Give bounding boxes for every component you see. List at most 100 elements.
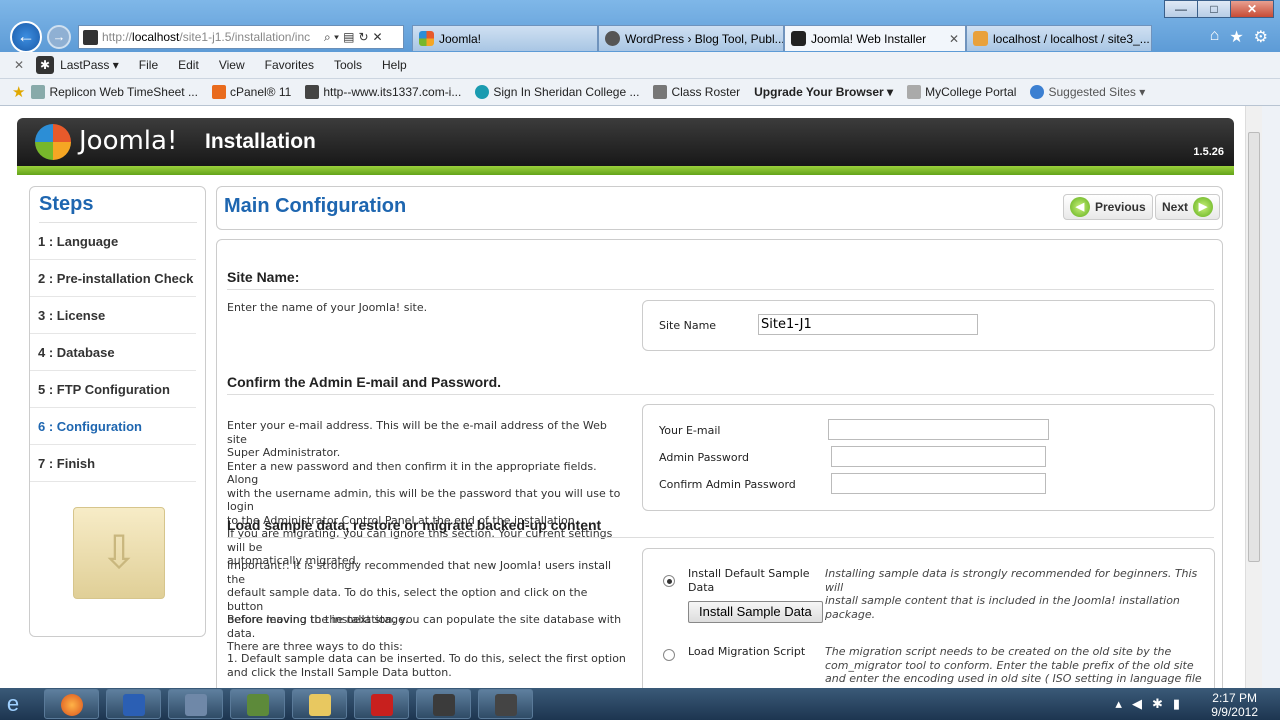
wordpress-favicon-icon bbox=[605, 31, 620, 46]
site-name-description: Enter the name of your Joomla! site. bbox=[227, 301, 428, 314]
page-scrollbar[interactable] bbox=[1245, 106, 1262, 688]
page-icon bbox=[653, 85, 668, 99]
menu-lastpass[interactable]: LastPass ▾ bbox=[60, 58, 119, 72]
admin-description: Enter your e-mail address. This will be … bbox=[227, 419, 621, 567]
install-sample-data-button[interactable]: Install Sample Data bbox=[688, 601, 823, 623]
admin-password-label: Admin Password bbox=[659, 451, 749, 464]
site-name-label: Site Name bbox=[659, 319, 717, 332]
suggested-sites-icon bbox=[1030, 85, 1045, 99]
close-menubar-icon[interactable]: ✕ bbox=[14, 58, 24, 72]
page-icon bbox=[305, 85, 320, 99]
app-icon bbox=[247, 694, 269, 716]
menu-file[interactable]: File bbox=[139, 58, 158, 72]
header-green-bar bbox=[17, 166, 1234, 175]
word-icon bbox=[123, 694, 145, 716]
volume-icon[interactable]: ◀ bbox=[1132, 696, 1142, 712]
next-button[interactable]: Next ▶ bbox=[1155, 194, 1221, 220]
network-status-icon[interactable]: ✱ bbox=[1152, 696, 1163, 712]
menu-view[interactable]: View bbox=[219, 58, 245, 72]
compat-view-icon[interactable]: ▤ bbox=[343, 30, 354, 44]
forward-button[interactable]: → bbox=[47, 25, 71, 49]
joomla-favicon-icon bbox=[791, 31, 806, 46]
lastpass-icon: ✱ bbox=[36, 56, 55, 74]
scrollbar-thumb[interactable] bbox=[1248, 132, 1260, 562]
close-window-button[interactable]: ✕ bbox=[1230, 0, 1274, 18]
phpmyadmin-favicon-icon bbox=[973, 31, 988, 46]
tab-phpmyadmin[interactable]: localhost / localhost / site3_... bbox=[966, 25, 1152, 51]
install-sample-radio[interactable] bbox=[663, 575, 675, 587]
back-button[interactable]: ← bbox=[10, 21, 42, 53]
previous-button[interactable]: ◀ Previous bbox=[1063, 194, 1153, 220]
address-bar[interactable]: http://localhost/site1-j1.5/installation… bbox=[78, 25, 404, 49]
terminal-icon bbox=[433, 694, 455, 716]
home-icon[interactable]: ⌂ bbox=[1210, 27, 1220, 47]
migration-script-label: Load Migration Script bbox=[688, 645, 806, 658]
close-tab-icon[interactable]: ✕ bbox=[949, 32, 959, 46]
tab-joomla-web-installer[interactable]: Joomla! Web Installer ✕ bbox=[784, 25, 966, 51]
refresh-icon[interactable]: ↻ bbox=[358, 30, 368, 44]
wifi-icon[interactable]: ▮ bbox=[1173, 696, 1180, 712]
windows-taskbar: e ▴ ◀ ✱ ▮ 2:17 PM 9/9/2012 bbox=[0, 688, 1280, 720]
installation-title: Installation bbox=[205, 130, 316, 153]
page-title: Main Configuration bbox=[224, 195, 407, 217]
fav-mycollege[interactable]: MyCollege Portal bbox=[907, 85, 1016, 99]
fav-upgrade-browser[interactable]: Upgrade Your Browser ▾ bbox=[754, 85, 893, 99]
tab-joomla[interactable]: Joomla! bbox=[412, 25, 598, 51]
migration-script-description: The migration script needs to be created… bbox=[825, 645, 1202, 688]
fav-class-roster[interactable]: Class Roster bbox=[653, 85, 740, 99]
taskbar-app-2[interactable] bbox=[478, 689, 533, 719]
browser-toolbar-icons: ⌂ ★ ⚙ bbox=[1210, 27, 1268, 47]
tab-wordpress[interactable]: WordPress › Blog Tool, Publ... bbox=[598, 25, 784, 51]
install-box-icon: ⇩ bbox=[73, 507, 165, 599]
maximize-button[interactable]: □ bbox=[1197, 0, 1231, 18]
menu-edit[interactable]: Edit bbox=[178, 58, 199, 72]
favorites-star-icon[interactable]: ★ bbox=[12, 83, 25, 101]
menu-tools[interactable]: Tools bbox=[334, 58, 362, 72]
search-icon[interactable]: ⌕ ▾ bbox=[324, 30, 339, 45]
site-name-heading: Site Name: bbox=[227, 269, 1214, 290]
install-sample-description: Installing sample data is strongly recom… bbox=[825, 567, 1198, 621]
taskbar-app[interactable] bbox=[230, 689, 285, 719]
taskbar-clock[interactable]: 2:17 PM 9/9/2012 bbox=[1211, 691, 1258, 719]
taskbar-firefox[interactable] bbox=[44, 689, 99, 719]
taskbar-explorer[interactable] bbox=[292, 689, 347, 719]
fav-cpanel[interactable]: cPanel® 11 bbox=[211, 85, 291, 99]
step-configuration: 6 : Configuration bbox=[30, 408, 196, 445]
site-name-input[interactable] bbox=[758, 314, 978, 335]
app-icon bbox=[495, 694, 517, 716]
flash-icon bbox=[371, 694, 393, 716]
system-tray: ▴ ◀ ✱ ▮ bbox=[1115, 696, 1180, 712]
menu-bar: ✕ ✱ LastPass ▾ File Edit View Favorites … bbox=[0, 52, 1280, 79]
taskbar-word[interactable] bbox=[106, 689, 161, 719]
email-field[interactable] bbox=[828, 419, 1049, 440]
gear-icon[interactable]: ⚙ bbox=[1254, 27, 1268, 47]
menu-favorites[interactable]: Favorites bbox=[265, 58, 314, 72]
ie-icon[interactable]: e bbox=[0, 689, 26, 719]
taskbar-network-tool[interactable] bbox=[168, 689, 223, 719]
confirm-password-label: Confirm Admin Password bbox=[659, 478, 796, 491]
arrow-left-icon: ◀ bbox=[1070, 197, 1090, 217]
migration-script-radio[interactable] bbox=[663, 649, 675, 661]
install-sample-label: Install Default Sample Data bbox=[688, 567, 810, 594]
stop-icon[interactable]: ✕ bbox=[373, 30, 383, 44]
taskbar-flash[interactable] bbox=[354, 689, 409, 719]
fav-sheridan[interactable]: Sign In Sheridan College ... bbox=[475, 85, 639, 99]
fav-suggested-sites[interactable]: Suggested Sites ▾ bbox=[1030, 85, 1145, 99]
step-finish: 7 : Finish bbox=[30, 445, 196, 482]
version-label: 1.5.26 bbox=[1193, 146, 1224, 158]
fav-replicon[interactable]: Replicon Web TimeSheet ... bbox=[31, 85, 198, 99]
page-icon bbox=[907, 85, 922, 99]
favorites-star-icon[interactable]: ★ bbox=[1229, 27, 1243, 47]
chevron-up-icon[interactable]: ▴ bbox=[1115, 696, 1122, 712]
minimize-button[interactable]: — bbox=[1164, 0, 1198, 18]
steps-title: Steps bbox=[39, 193, 197, 223]
joomla-brand: Joomla! bbox=[79, 126, 178, 156]
email-label: Your E-mail bbox=[659, 424, 721, 437]
step-ftp-configuration: 5 : FTP Configuration bbox=[30, 371, 196, 408]
fav-its1337[interactable]: http--www.its1337.com-i... bbox=[305, 85, 461, 99]
confirm-password-field[interactable] bbox=[831, 473, 1046, 494]
folder-icon bbox=[309, 694, 331, 716]
menu-help[interactable]: Help bbox=[382, 58, 407, 72]
admin-password-field[interactable] bbox=[831, 446, 1046, 467]
taskbar-terminal[interactable] bbox=[416, 689, 471, 719]
